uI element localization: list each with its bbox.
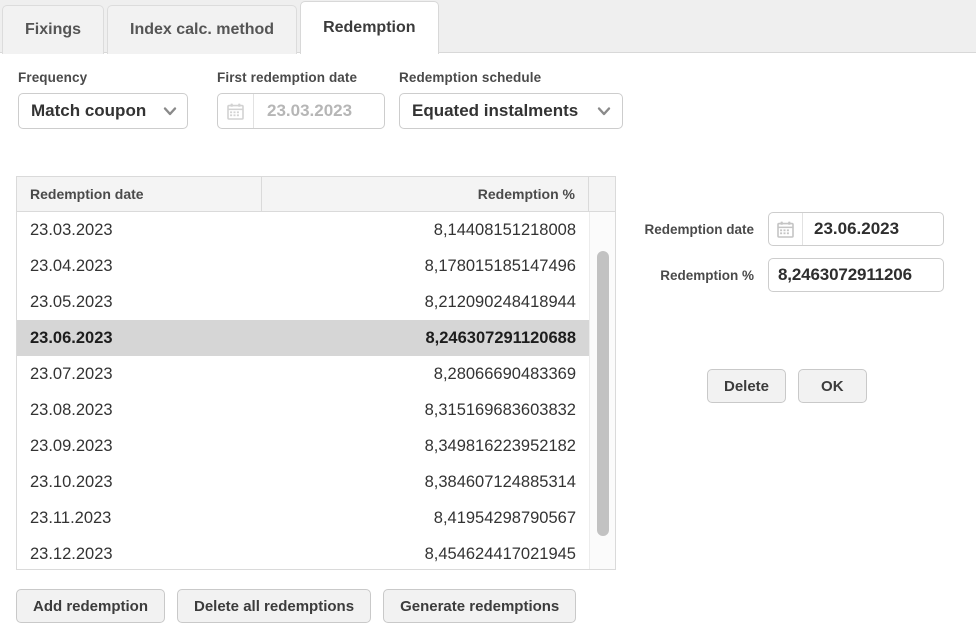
cell-redemption-date: 23.10.2023 [30,472,113,491]
redemption-detail-panel: Redemption date 23.06.2023 Redemption % … [632,212,944,304]
cell-redemption-date: 23.07.2023 [30,364,113,383]
cell-redemption-pct: 8,349816223952182 [424,436,576,455]
column-header-redemption-date[interactable]: Redemption date [17,177,262,211]
table-row[interactable]: 23.08.2023 8,315169683603832 [17,392,615,428]
detail-date-value: 23.06.2023 [814,219,900,238]
redemption-schedule-value: Equated instalments [412,101,579,120]
frequency-value: Match coupon [31,101,147,120]
detail-pct-row: Redemption % 8,2463072911206 [632,258,944,292]
detail-pct-label: Redemption % [660,267,754,283]
first-redemption-date-value: 23.03.2023 [267,101,353,120]
tab-list: Fixings Index calc. method Redemption [2,1,442,55]
ok-button[interactable]: OK [798,369,867,403]
table-header-row: Redemption date Redemption % [17,177,615,212]
cell-redemption-date: 23.04.2023 [30,256,113,275]
cell-redemption-date: 23.06.2023 [30,328,113,347]
cell-redemption-pct: 8,41954298790567 [433,508,576,527]
tab-index-calc-method-label: Index calc. method [130,21,275,38]
table-row[interactable]: 23.12.2023 8,454624417021945 [17,536,615,569]
table-scrollbar-thumb[interactable] [597,251,609,536]
table-body: 23.03.2023 8,14408151218008 23.04.2023 8,17… [17,212,615,569]
table-row[interactable]: 23.09.2023 8,349816223952182 [17,428,615,464]
cell-redemption-pct: 8,14408151218008 [433,220,576,239]
calendar-icon [769,213,803,245]
cell-redemption-date: 23.03.2023 [30,220,113,239]
table-row[interactable]: 23.05.2023 8,212090248418944 [17,284,615,320]
cell-redemption-pct: 8,454624417021945 [424,544,576,563]
tab-fixings-label: Fixings [25,21,82,38]
first-redemption-date-input[interactable]: 23.03.2023 [217,93,385,129]
tab-redemption-label: Redemption [323,19,416,36]
cell-redemption-pct: 8,246307291120688 [425,328,577,347]
redemption-form-row: Frequency Match coupon First redemption … [18,70,623,129]
tab-redemption[interactable]: Redemption [300,1,439,55]
detail-date-input[interactable]: 23.06.2023 [768,212,944,246]
tab-strip: Fixings Index calc. method Redemption [0,0,976,55]
detail-pct-value: 8,2463072911206 [778,265,912,284]
tab-fixings[interactable]: Fixings [2,5,105,54]
cell-redemption-pct: 8,28066690483369 [433,364,576,383]
cell-redemption-pct: 8,315169683603832 [424,400,576,419]
table-row[interactable]: 23.03.2023 8,14408151218008 [17,212,615,248]
bottom-action-buttons: Add redemption Delete all redemptions Ge… [16,589,577,623]
cell-redemption-date: 23.09.2023 [30,436,113,455]
first-redemption-date-label: First redemption date [217,70,358,85]
table-row[interactable]: 23.06.2023 8,246307291120688 [17,320,615,356]
chevron-down-icon [162,103,178,119]
detail-date-label: Redemption date [644,221,754,237]
redemption-panel: Fixings Index calc. method Redemption Fr… [0,0,976,644]
detail-action-buttons: Delete OK [707,369,867,403]
frequency-field: Frequency Match coupon [18,70,188,129]
table-scrollbar-track[interactable] [589,212,615,569]
redemption-schedule-field: Redemption schedule Equated instalments [399,70,623,129]
detail-date-row: Redemption date 23.06.2023 [632,212,944,246]
add-redemption-button[interactable]: Add redemption [16,589,165,623]
cell-redemption-pct: 8,178015185147496 [424,256,576,275]
column-header-spacer [589,177,615,211]
redemption-schedule-select[interactable]: Equated instalments [399,93,623,129]
column-header-redemption-pct[interactable]: Redemption % [262,177,589,211]
table-row[interactable]: 23.11.2023 8,41954298790567 [17,500,615,536]
delete-all-redemptions-button[interactable]: Delete all redemptions [177,589,372,623]
cell-redemption-pct: 8,384607124885314 [424,472,576,491]
redemption-schedule-label: Redemption schedule [399,70,542,85]
tab-index-calc-method[interactable]: Index calc. method [107,5,298,54]
cell-redemption-date: 23.08.2023 [30,400,113,419]
redemption-table: Redemption date Redemption % 23.03.2023 8… [16,176,616,570]
cell-redemption-date: 23.11.2023 [30,508,112,527]
detail-pct-input[interactable]: 8,2463072911206 [768,258,944,292]
chevron-down-icon [596,103,612,119]
table-row[interactable]: 23.07.2023 8,28066690483369 [17,356,615,392]
first-redemption-date-field: First redemption date 23.03.2023 [217,70,385,129]
table-row[interactable]: 23.10.2023 8,384607124885314 [17,464,615,500]
delete-button[interactable]: Delete [707,369,787,403]
cell-redemption-date: 23.12.2023 [30,544,113,563]
calendar-icon [218,94,254,128]
cell-redemption-pct: 8,212090248418944 [424,292,576,311]
frequency-label: Frequency [18,70,88,85]
generate-redemptions-button[interactable]: Generate redemptions [383,589,577,623]
cell-redemption-date: 23.05.2023 [30,292,113,311]
frequency-select[interactable]: Match coupon [18,93,188,129]
table-row[interactable]: 23.04.2023 8,178015185147496 [17,248,615,284]
